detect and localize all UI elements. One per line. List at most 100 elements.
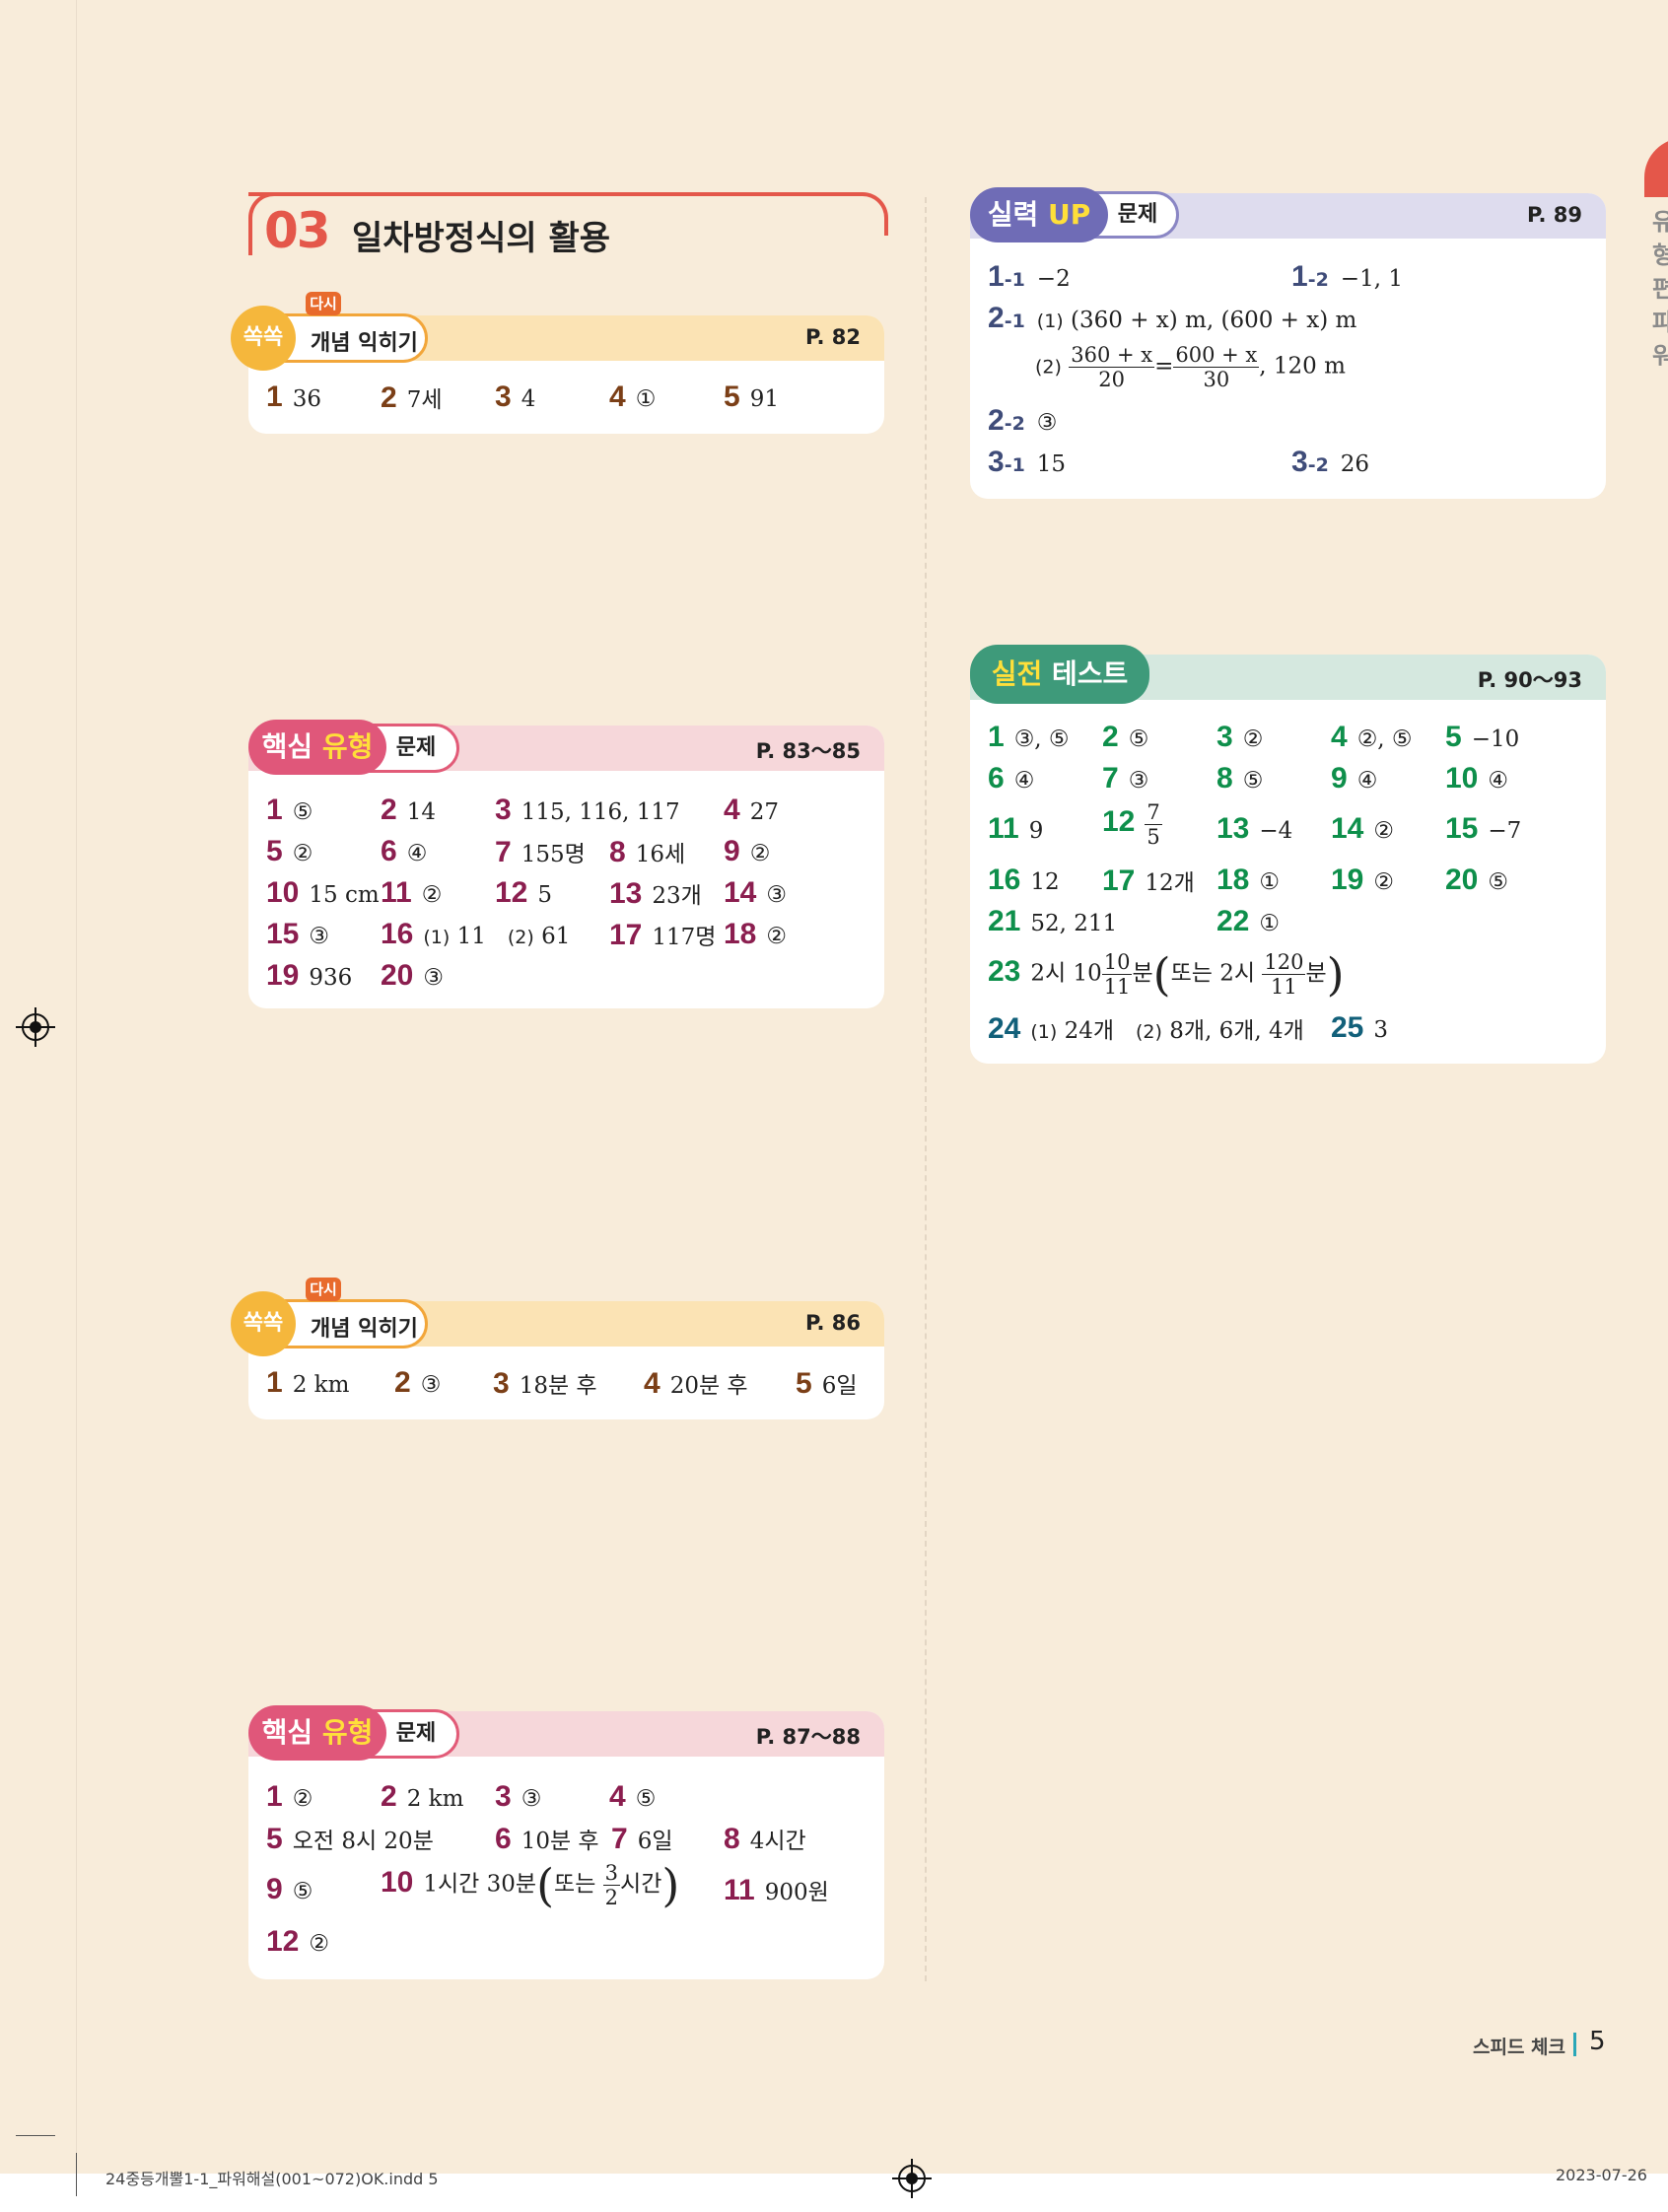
answer-text: 시간	[620, 1871, 662, 1898]
answer-item: 4 ②, ⑤	[1331, 721, 1413, 754]
answer-text: ③	[309, 924, 329, 949]
answer-text: ⑤	[1128, 726, 1149, 752]
answer-item: 1⑤	[266, 794, 313, 827]
answer-text: 2시 10	[1030, 960, 1102, 987]
answer-item: 21 52, 211	[988, 905, 1117, 938]
question-number: 8	[609, 836, 626, 868]
answer-item: 10 1시간 30분(또는 3 2 시간)	[381, 1861, 679, 1909]
answer-text: −1, 1	[1340, 266, 1403, 292]
answer-text: ⑤	[1242, 768, 1264, 794]
answer-text: 분	[1132, 960, 1153, 987]
answer-text: 11	[1103, 975, 1131, 999]
answer-item: 11 9	[988, 812, 1043, 846]
question-number: 18	[1216, 864, 1250, 896]
answer-item: 3-2 26	[1291, 446, 1369, 479]
question-number: 10	[1445, 762, 1479, 795]
answer-item: 12 7 5	[1102, 800, 1162, 849]
fraction: 10 11	[1101, 950, 1133, 999]
answer-text: 12개	[1145, 870, 1195, 896]
answer-text: -1	[1004, 269, 1025, 291]
badge-text: 실전	[991, 657, 1043, 690]
question-number: 4	[609, 1780, 626, 1813]
question-number: 4	[724, 794, 740, 826]
section-name: 스피드 체크	[1473, 2037, 1566, 2058]
question-number: 14	[724, 876, 757, 909]
answer-item: 13 23개	[609, 876, 702, 911]
answer-item: 5 오전 8시 20분	[266, 1822, 434, 1856]
question-number: 3	[495, 794, 512, 826]
answer-text: (2)	[507, 927, 534, 948]
answer-item: 20 ⑤	[1445, 864, 1508, 897]
answer-text: , 120 m	[1259, 353, 1346, 380]
crop-mark	[16, 2135, 55, 2136]
answer-text: (	[536, 1858, 555, 1912]
answer-text: (360 + x) m, (600 + x) m	[1071, 308, 1357, 333]
side-tab-label: 유형편 파워	[1652, 208, 1668, 370]
answer-item: 3③	[495, 1780, 541, 1814]
answer-text: ②	[421, 882, 443, 908]
answer-item: 2⑤	[1102, 721, 1148, 754]
answer-text: 10	[1101, 950, 1133, 975]
badge-text: 유형	[321, 1716, 374, 1749]
answer-text: 600 + x	[1173, 343, 1260, 368]
question-number: 1	[988, 260, 1005, 293]
answer-item: 6 10분 후	[495, 1822, 599, 1856]
answer-text: 7세	[406, 387, 443, 413]
answer-item: 13 −4	[1216, 812, 1292, 846]
answer-text: 18분 후	[519, 1373, 597, 1399]
answer-text: ②	[749, 841, 771, 866]
question-number: 19	[266, 959, 300, 992]
chapter-title: 일차방정식의 활용	[352, 219, 611, 258]
answer-item: 2 14	[381, 794, 436, 827]
question-number: 4	[644, 1367, 660, 1400]
question-number: 5	[1445, 721, 1462, 753]
question-number: 3	[1291, 446, 1308, 478]
answer-text: 2 km	[292, 1372, 350, 1398]
answer-text: 2	[604, 1886, 619, 1909]
answer-text: ②, ⑤	[1356, 726, 1413, 752]
answer-item: 4⑤	[609, 1780, 656, 1814]
answer-text: 3	[1373, 1017, 1389, 1043]
answer-text: (1)	[1030, 1021, 1058, 1043]
fraction: 360 + x 20	[1069, 343, 1155, 391]
answer-item: 2③	[394, 1366, 441, 1400]
answer-item: 9④	[1331, 762, 1377, 795]
answer-item: 3 115, 116, 117	[495, 794, 680, 827]
question-number: 3	[495, 1780, 512, 1813]
question-number: 11	[988, 812, 1019, 845]
question-number: 2	[394, 1366, 411, 1399]
question-number: 11	[381, 876, 412, 909]
answer-text: 23개	[652, 883, 702, 909]
question-number: 25	[1331, 1011, 1364, 1044]
question-number: 2	[381, 1780, 397, 1813]
answer-text: ④	[1013, 768, 1035, 794]
answer-text: 20분 후	[669, 1373, 748, 1399]
answer-text: (2)	[1135, 1021, 1162, 1043]
answer-item: 9⑤	[266, 1873, 313, 1906]
answer-text: 26	[1340, 451, 1370, 477]
answer-text: -1	[1004, 311, 1025, 332]
answer-item: 1-1 −2	[988, 260, 1071, 294]
question-number: 6	[988, 762, 1005, 795]
answer-item: 8 16세	[609, 835, 685, 869]
answer-text: 또는 2시	[1170, 960, 1256, 987]
question-number: 11	[724, 1874, 755, 1906]
answer-item: 15 −7	[1445, 812, 1521, 846]
answer-text: 30	[1203, 368, 1230, 391]
question-number: 13	[1216, 812, 1250, 845]
page-ref: P. 87～88	[755, 1725, 861, 1749]
question-number: 23	[988, 954, 1021, 988]
answer-item: 25 3	[1331, 1011, 1388, 1045]
question-number: 7	[1102, 762, 1119, 795]
badge-text: UP	[1048, 198, 1091, 231]
answer-item: 8⑤	[1216, 762, 1263, 795]
answer-text: 6일	[821, 1373, 858, 1399]
answer-text: 오전 8시 20분	[292, 1829, 434, 1854]
answer-text: 27	[749, 799, 779, 825]
question-number: 20	[381, 959, 414, 992]
answer-text: )	[661, 1858, 680, 1912]
answer-text: ③, ⑤	[1013, 726, 1070, 752]
answer-item: 11 ②	[381, 876, 442, 910]
answer-text: -2	[1307, 454, 1329, 476]
answer-item: 12 5	[495, 876, 552, 910]
